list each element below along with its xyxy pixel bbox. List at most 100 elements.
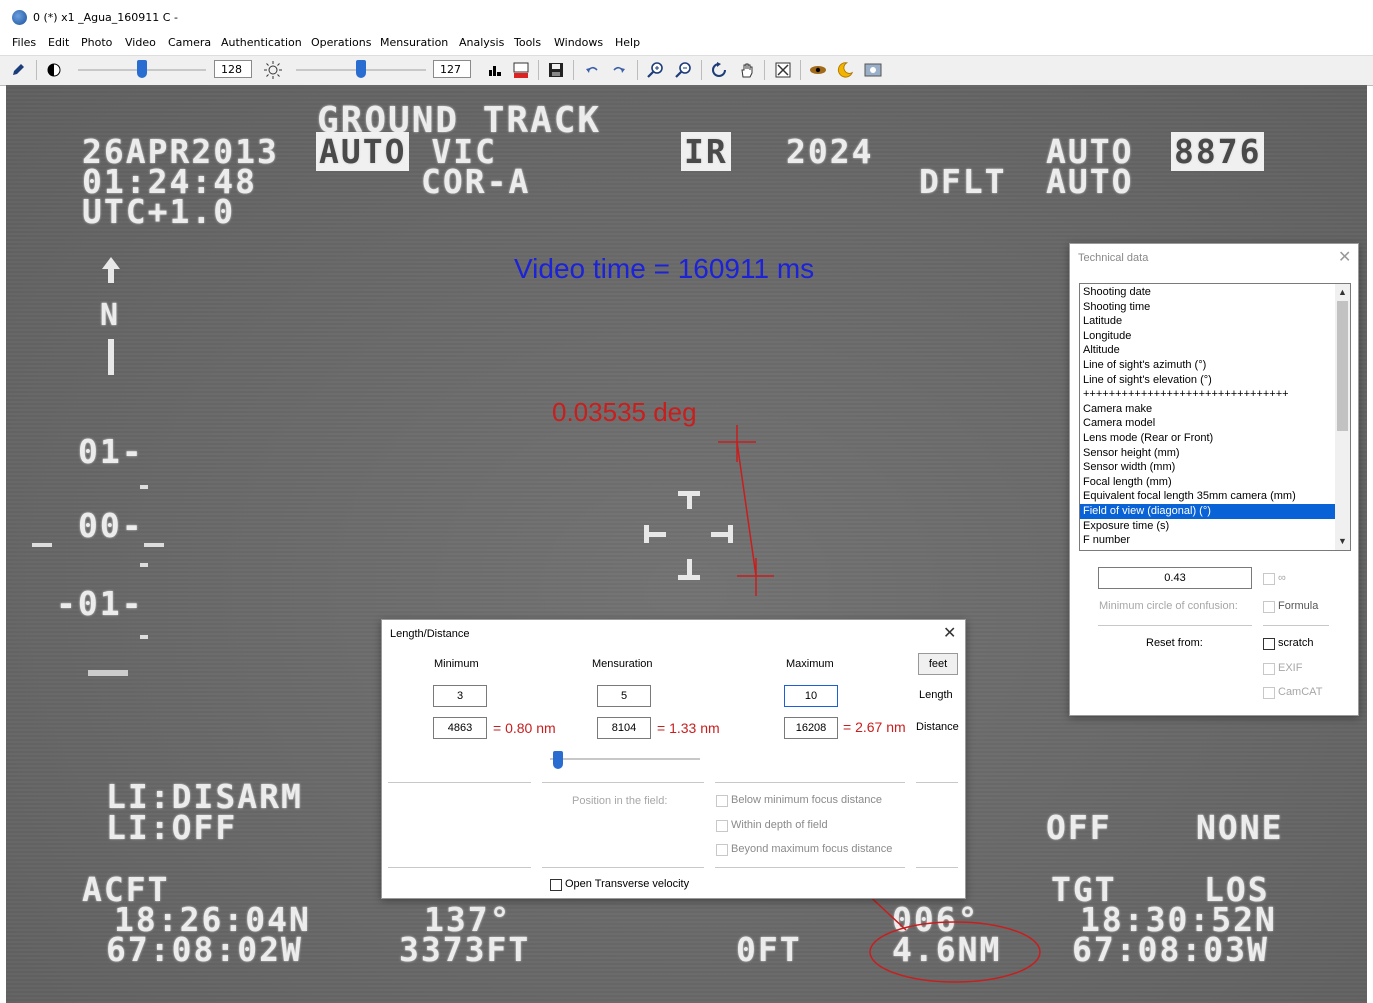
menu-edit[interactable]: Edit	[48, 36, 69, 49]
toolbar-separator	[764, 60, 765, 80]
formula-checkbox[interactable]	[1263, 601, 1275, 613]
moon-icon[interactable]	[836, 61, 854, 79]
undo-icon[interactable]	[583, 61, 601, 79]
menu-photo[interactable]: Photo	[81, 36, 112, 49]
max-distance-input[interactable]: 16208	[784, 717, 838, 739]
redo-icon[interactable]	[610, 61, 628, 79]
osd-acft-lon: 67:08:02W	[106, 930, 303, 969]
brightness-slider-thumb[interactable]	[356, 60, 366, 78]
length-distance-dialog: Length/Distance ✕ Minimum Mensuration Ma…	[381, 619, 966, 899]
beyond-max-checkbox[interactable]	[716, 844, 728, 856]
menu-operations[interactable]: Operations	[311, 36, 371, 49]
list-item[interactable]: F number	[1080, 533, 1337, 548]
min-length-input[interactable]: 3	[433, 685, 487, 707]
min-distance-input[interactable]: 4863	[433, 717, 487, 739]
list-item[interactable]: Focal length (mm)	[1080, 475, 1337, 490]
scroll-thumb[interactable]	[1337, 301, 1348, 431]
list-item[interactable]: Latitude	[1080, 314, 1337, 329]
title-bar: 0 (*) x1 _Agua_160911 C -	[0, 0, 1373, 34]
osd-altitude: 3373FT	[399, 930, 531, 969]
menu-windows[interactable]: Windows	[554, 36, 603, 49]
within-dof-checkbox[interactable]	[716, 820, 728, 832]
field-value-input[interactable]: 0.43	[1098, 567, 1252, 589]
zoom-out-icon[interactable]	[674, 61, 692, 79]
zoom-in-icon[interactable]	[646, 61, 664, 79]
exif-checkbox[interactable]	[1263, 663, 1275, 675]
contrast-value[interactable]: 128	[214, 60, 252, 78]
scroll-up-icon[interactable]: ▲	[1338, 287, 1347, 297]
menu-files[interactable]: Files	[12, 36, 36, 49]
mens-length-input[interactable]: 5	[597, 685, 651, 707]
brightness-value[interactable]: 127	[433, 60, 471, 78]
list-item[interactable]: ++++++++++++++++++++++++++++++++	[1080, 387, 1337, 402]
list-item[interactable]: Altitude	[1080, 343, 1337, 358]
list-item[interactable]: Lens mode (Rear or Front)	[1080, 431, 1337, 446]
osd-li-off: LI:OFF	[106, 808, 238, 847]
toolbar: 128 127	[0, 55, 1373, 86]
mens-distance-input[interactable]: 8104	[597, 717, 651, 739]
list-item[interactable]: Sensitivity (ISO)	[1080, 548, 1337, 550]
contrast-icon	[45, 61, 63, 79]
osd-range: 4.6NM	[892, 930, 1002, 969]
osd-north: N	[100, 298, 121, 333]
formula-label: Formula	[1278, 600, 1319, 612]
list-item[interactable]: Sensor width (mm)	[1080, 460, 1337, 475]
scroll-down-icon[interactable]: ▼	[1338, 536, 1347, 546]
contrast-slider-thumb[interactable]	[137, 60, 147, 78]
focus-slider-thumb[interactable]	[552, 751, 563, 769]
camcat-checkbox[interactable]	[1263, 687, 1275, 699]
close-icon[interactable]: ✕	[1338, 250, 1351, 266]
histogram-icon[interactable]	[486, 61, 504, 79]
scratch-checkbox[interactable]	[1263, 638, 1275, 650]
exif-label: EXIF	[1278, 662, 1303, 674]
list-item[interactable]: Shooting date	[1080, 285, 1337, 300]
feet-button[interactable]: feet	[918, 653, 958, 675]
list-item[interactable]: Line of sight's azimuth (°)	[1080, 358, 1337, 373]
list-scrollbar[interactable]: ▲ ▼	[1335, 284, 1350, 550]
within-dof-label: Within depth of field	[731, 819, 828, 831]
eye-icon[interactable]	[809, 61, 827, 79]
scale-tick	[140, 485, 148, 489]
list-item[interactable]: Shooting time	[1080, 300, 1337, 315]
close-icon[interactable]: ✕	[943, 626, 956, 642]
save-icon[interactable]	[547, 61, 565, 79]
menu-authentication[interactable]: Authentication	[221, 36, 302, 49]
list-item[interactable]: Camera make	[1080, 402, 1337, 417]
list-item[interactable]: Field of view (diagonal) (°)	[1080, 503, 1337, 519]
menu-video[interactable]: Video	[125, 36, 156, 49]
scale-tick	[88, 670, 128, 676]
osd-inverted-box: 8876	[1171, 132, 1265, 171]
window-title: 0 (*) x1 _Agua_160911 C -	[33, 11, 178, 24]
video-time-label: Video time = 160911 ms	[514, 253, 815, 284]
menu-camera[interactable]: Camera	[168, 36, 211, 49]
pencil-icon[interactable]	[9, 61, 27, 79]
max-length-input[interactable]: 10	[784, 685, 838, 707]
camcat-label: CamCAT	[1278, 686, 1323, 698]
list-item[interactable]: Exposure time (s)	[1080, 519, 1337, 534]
open-velocity-checkbox[interactable]	[550, 879, 562, 891]
menu-analysis[interactable]: Analysis	[459, 36, 504, 49]
list-item[interactable]: Equivalent focal length 35mm camera (mm)	[1080, 489, 1337, 504]
list-item[interactable]: Camera model	[1080, 416, 1337, 431]
menu-tools[interactable]: Tools	[514, 36, 541, 49]
menu-mensuration[interactable]: Mensuration	[380, 36, 448, 49]
toolbar-separator	[538, 60, 539, 80]
osd-dflt: DFLT	[919, 162, 1007, 201]
divider	[1263, 625, 1329, 626]
reticle-icon	[644, 491, 733, 580]
reset-from-label: Reset from:	[1146, 637, 1203, 649]
technical-data-list[interactable]: Shooting date Shooting time Latitude Longit…	[1079, 283, 1351, 551]
list-item[interactable]: Longitude	[1080, 329, 1337, 344]
photo-sensor-icon[interactable]	[864, 61, 882, 79]
list-item[interactable]: Sensor height (mm)	[1080, 446, 1337, 461]
fit-window-icon[interactable]	[774, 61, 792, 79]
menu-help[interactable]: Help	[615, 36, 640, 49]
hand-icon[interactable]	[738, 61, 756, 79]
infinity-checkbox[interactable]	[1263, 573, 1275, 585]
below-min-checkbox[interactable]	[716, 795, 728, 807]
menu-bar: Files Edit Photo Video Camera Authentica…	[0, 34, 1373, 54]
rotate-icon[interactable]	[710, 61, 728, 79]
list-item[interactable]: Line of sight's elevation (°)	[1080, 373, 1337, 388]
focus-slider-track[interactable]	[550, 758, 700, 760]
auto-level-icon[interactable]	[512, 61, 530, 79]
